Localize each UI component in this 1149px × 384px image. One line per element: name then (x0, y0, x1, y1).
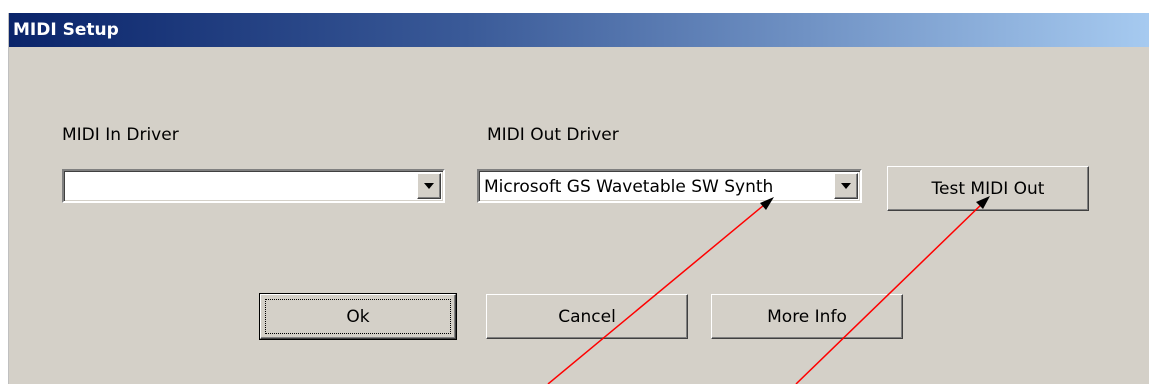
ok-button[interactable]: Ok (259, 293, 457, 340)
screenshot-stage: MIDI Setup MIDI In Driver MIDI Out Drive… (0, 0, 1149, 384)
ok-label: Ok (346, 306, 370, 327)
midi-out-driver-select[interactable]: Microsoft GS Wavetable SW Synth (477, 169, 862, 203)
midi-in-dropdown-button[interactable] (417, 173, 441, 199)
midi-out-dropdown-button[interactable] (834, 173, 858, 199)
title-bar[interactable]: MIDI Setup (9, 13, 1149, 47)
more-info-label: More Info (767, 306, 847, 327)
test-midi-out-label: Test MIDI Out (931, 178, 1045, 199)
chevron-down-icon (841, 183, 851, 189)
midi-in-driver-label: MIDI In Driver (62, 125, 179, 145)
window-title: MIDI Setup (13, 20, 119, 40)
cancel-label: Cancel (558, 306, 616, 327)
more-info-button[interactable]: More Info (711, 294, 903, 339)
midi-out-driver-label: MIDI Out Driver (487, 125, 619, 145)
midi-in-driver-select[interactable] (62, 169, 445, 203)
test-midi-out-button[interactable]: Test MIDI Out (887, 166, 1089, 211)
cancel-button[interactable]: Cancel (486, 294, 688, 339)
midi-out-driver-value: Microsoft GS Wavetable SW Synth (484, 177, 774, 197)
midi-setup-dialog: MIDI Setup MIDI In Driver MIDI Out Drive… (8, 13, 1149, 384)
chevron-down-icon (424, 183, 434, 189)
